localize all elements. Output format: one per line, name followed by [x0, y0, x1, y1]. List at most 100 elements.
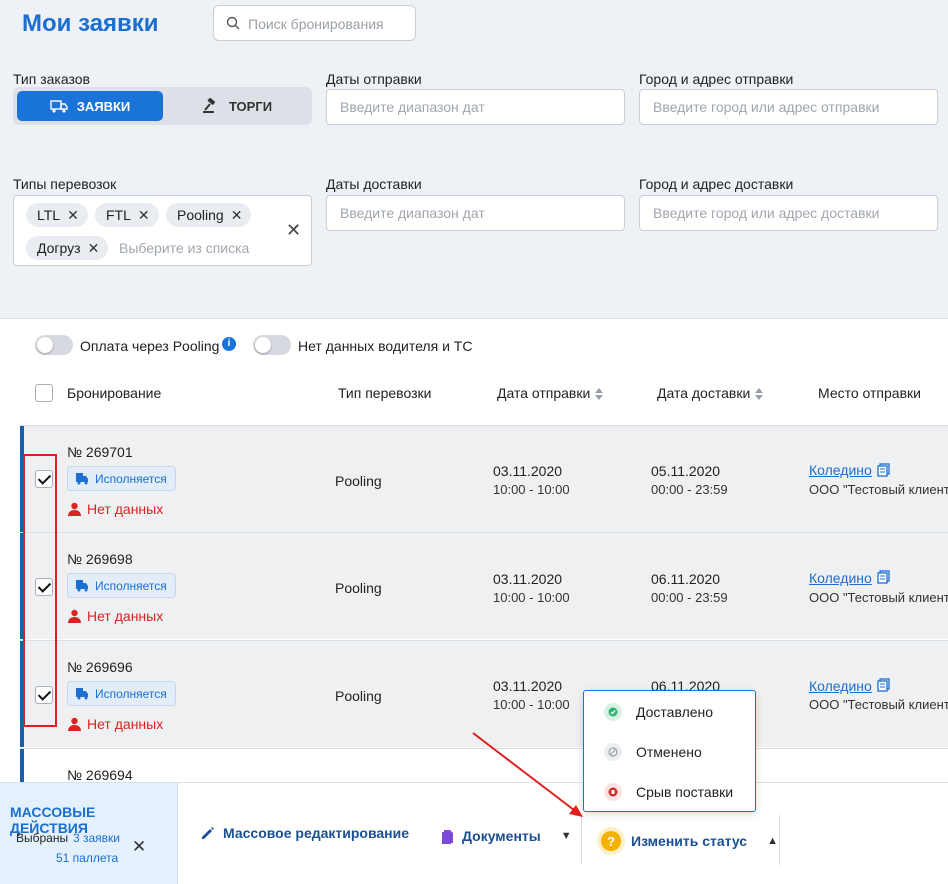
delivery-dates-field[interactable] — [326, 195, 625, 231]
tab-orders[interactable]: ЗАЯВКИ — [17, 91, 163, 121]
client-name: ООО "Тестовый клиент" — [809, 697, 948, 712]
delivery-city-field[interactable] — [639, 195, 938, 231]
search-box[interactable] — [213, 5, 416, 41]
search-input[interactable] — [248, 14, 408, 34]
cancel-icon — [604, 743, 622, 761]
column-ship-date-label: Дата отправки — [497, 385, 591, 401]
delivery-city-label: Город и адрес доставки — [639, 176, 794, 192]
ship-dates-field[interactable] — [326, 89, 625, 125]
driver-icon — [68, 502, 81, 516]
driver-status: Нет данных — [67, 608, 163, 624]
change-status-button[interactable]: ? Изменить статус ▲ — [581, 815, 780, 865]
no-driver-data-toggle[interactable] — [253, 335, 291, 355]
driver-status-label: Нет данных — [87, 716, 164, 732]
mass-edit-label: Массовое редактирование — [223, 825, 410, 841]
info-icon[interactable]: i — [222, 337, 236, 351]
transport-type: Pooling — [335, 688, 382, 704]
driver-icon — [68, 609, 81, 623]
column-transport-type: Тип перевозки — [338, 385, 432, 401]
column-booking: Бронирование — [67, 385, 162, 401]
ship-place-link[interactable]: Коледино — [809, 678, 872, 694]
filters-panel: Тип заказов ЗАЯВКИ ТОРГИ Даты отправки Г… — [0, 48, 948, 318]
question-icon: ? — [601, 831, 621, 851]
pencil-icon — [202, 826, 214, 839]
ship-place-link[interactable]: Коледино — [809, 462, 872, 478]
ship-dates-label: Даты отправки — [326, 71, 422, 87]
tab-auctions[interactable]: ТОРГИ — [167, 91, 307, 121]
selected-orders: 3 заявки — [73, 831, 121, 845]
ship-city-field[interactable] — [639, 89, 938, 125]
status-cancelled[interactable]: Отменено — [584, 732, 755, 772]
close-icon[interactable]: ✕ — [132, 837, 146, 857]
order-type-switch: ЗАЯВКИ ТОРГИ — [13, 87, 312, 125]
column-delivery-date[interactable]: Дата доставки — [657, 385, 764, 401]
check-icon — [604, 703, 622, 721]
copy-doc-icon[interactable] — [877, 570, 890, 584]
truck-doc-icon — [76, 473, 88, 485]
chip-remove-icon[interactable]: ✕ — [231, 207, 243, 224]
driver-status-label: Нет данных — [87, 608, 164, 624]
driver-status-label: Нет данных — [87, 501, 164, 517]
status-delivered-label: Доставлено — [636, 704, 714, 720]
delivery-time: 00:00 - 23:59 — [651, 482, 728, 497]
selection-highlight — [23, 454, 57, 727]
delivery-dates-input[interactable] — [340, 205, 611, 221]
driver-icon — [68, 717, 81, 731]
search-icon — [226, 16, 240, 30]
driver-status: Нет данных — [67, 716, 163, 732]
chip-remove-icon[interactable]: ✕ — [138, 207, 150, 224]
transport-types-placeholder[interactable]: Выберите из списка — [119, 240, 249, 256]
copy-doc-icon[interactable] — [877, 678, 890, 692]
delivery-city-input[interactable] — [653, 205, 924, 221]
booking-number[interactable]: № 269701 — [67, 444, 133, 460]
status-badge-label: Исполняется — [95, 471, 167, 486]
delivery-dates-label: Даты доставки — [326, 176, 422, 192]
client-name: ООО "Тестовый клиент" — [809, 482, 948, 497]
table-row[interactable]: № 269701 Исполняется Нет данных Pooling … — [20, 425, 948, 532]
client-name: ООО "Тестовый клиент" — [809, 590, 948, 605]
documents-button[interactable]: Документы ▼ — [441, 828, 572, 844]
select-all-checkbox[interactable] — [35, 384, 53, 402]
chip-remove-icon[interactable]: ✕ — [88, 240, 100, 257]
delivery-time: 00:00 - 23:59 — [651, 590, 728, 605]
chip-label: Догруз — [37, 240, 81, 256]
transport-type: Pooling — [335, 580, 382, 596]
status-delivered[interactable]: Доставлено — [584, 692, 755, 732]
order-type-label: Тип заказов — [13, 71, 90, 87]
mass-actions-panel: МАССОВЫЕ ДЕЙСТВИЯ Выбраны 3 заявки 51 па… — [0, 783, 178, 884]
ship-place-link[interactable]: Коледино — [809, 570, 872, 586]
mass-edit-button[interactable]: Массовое редактирование — [200, 825, 409, 841]
status-failed[interactable]: Срыв поставки — [584, 772, 755, 812]
ship-time: 10:00 - 10:00 — [493, 590, 570, 605]
chip-ltl: LTL ✕ — [26, 203, 88, 227]
clear-icon[interactable]: ✕ — [286, 220, 301, 241]
column-ship-place: Место отправки — [818, 385, 921, 401]
table-row[interactable]: № 269698 Исполняется Нет данных Pooling … — [20, 532, 948, 639]
status-menu: Доставлено Отменено Срыв поставки — [583, 690, 756, 812]
ship-dates-input[interactable] — [340, 99, 611, 115]
status-badge-label: Исполняется — [95, 578, 167, 593]
ship-city-label: Город и адрес отправки — [639, 71, 794, 87]
chevron-up-icon: ▲ — [767, 835, 778, 847]
change-status-content: ? Изменить статус ▲ — [601, 831, 778, 851]
transport-types-select[interactable]: LTL ✕ FTL ✕ Pooling ✕ Догруз ✕ Выберите из с… — [13, 195, 312, 266]
chevron-down-icon: ▼ — [560, 830, 572, 842]
table-row[interactable]: № 269696 Исполняется Нет данных Pooling … — [20, 640, 948, 747]
pooling-payment-toggle[interactable] — [35, 335, 73, 355]
chip-pooling: Pooling ✕ — [166, 203, 252, 227]
chip-remove-icon[interactable]: ✕ — [67, 207, 79, 224]
status-badge: Исполняется — [67, 466, 176, 491]
column-ship-date[interactable]: Дата отправки — [497, 385, 604, 401]
sort-icon[interactable] — [755, 388, 764, 401]
column-delivery-date-label: Дата доставки — [657, 385, 751, 401]
selected-label: Выбраны — [16, 831, 69, 845]
change-status-label: Изменить статус — [631, 833, 748, 849]
booking-number[interactable]: № 269696 — [67, 659, 133, 675]
ship-date: 03.11.2020 — [493, 678, 563, 694]
sort-icon[interactable] — [595, 388, 604, 401]
booking-number[interactable]: № 269694 — [67, 767, 133, 783]
copy-doc-icon[interactable] — [877, 463, 890, 477]
ship-city-input[interactable] — [653, 99, 924, 115]
delivery-date: 06.11.2020 — [651, 571, 721, 587]
booking-number[interactable]: № 269698 — [67, 551, 133, 567]
